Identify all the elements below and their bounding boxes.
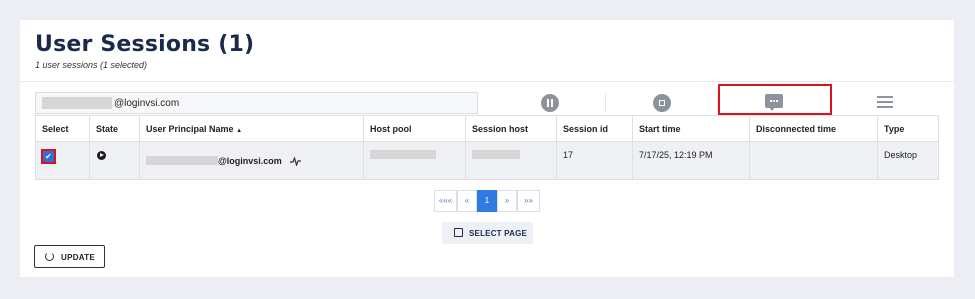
search-input-value: @loginvsi.com xyxy=(114,98,180,109)
page-title: User Sessions (1) xyxy=(35,32,255,57)
select-page-button[interactable]: SELECT PAGE xyxy=(442,222,533,244)
column-header-upn-label: User Principal Name xyxy=(146,123,234,134)
page-prev-button[interactable]: « xyxy=(457,190,477,212)
upn-cell: @loginvsi.com xyxy=(139,141,364,180)
checkbox-icon xyxy=(454,228,463,237)
message-icon-tail xyxy=(769,107,775,111)
column-header-start-time[interactable]: Start time xyxy=(632,115,750,142)
refresh-icon xyxy=(45,252,54,261)
state-cell xyxy=(89,141,140,180)
column-header-state[interactable]: State xyxy=(89,115,140,142)
state-active-icon xyxy=(97,151,106,160)
redacted-text xyxy=(472,150,520,159)
column-header-host-pool[interactable]: Host pool xyxy=(363,115,466,142)
page-first-button[interactable]: ««« xyxy=(434,190,457,212)
menu-button[interactable] xyxy=(872,92,898,114)
redacted-text xyxy=(42,97,112,109)
row-select-checkbox[interactable]: ✔ xyxy=(41,149,56,164)
column-header-select[interactable]: Select xyxy=(35,115,90,142)
upn-value: @loginvsi.com xyxy=(218,156,282,166)
pause-button[interactable] xyxy=(533,92,567,114)
redacted-text xyxy=(146,156,218,165)
page-last-button[interactable]: »» xyxy=(517,190,540,212)
message-icon xyxy=(765,94,783,108)
select-page-label: SELECT PAGE xyxy=(469,229,528,238)
toolbar-divider xyxy=(605,94,606,112)
redacted-text xyxy=(370,150,436,159)
column-header-session-id[interactable]: Session id xyxy=(556,115,633,142)
page-next-button[interactable]: » xyxy=(497,190,517,212)
search-input[interactable]: @loginvsi.com xyxy=(35,92,478,114)
stop-button[interactable] xyxy=(645,92,679,114)
header-divider xyxy=(20,81,954,82)
column-header-disconnected-time[interactable]: Disconnected time xyxy=(749,115,878,142)
column-header-type[interactable]: Type xyxy=(877,115,939,142)
table-row[interactable]: ✔ @loginvsi.com 17 7/17/25, 12:19 PM Des… xyxy=(35,141,939,180)
update-button[interactable]: UPDATE xyxy=(34,245,105,268)
pause-icon xyxy=(541,94,559,112)
select-cell: ✔ xyxy=(35,141,90,180)
stop-icon xyxy=(653,94,671,112)
session-host-cell xyxy=(465,141,557,180)
update-label: UPDATE xyxy=(61,253,96,262)
start-time-cell: 7/17/25, 12:19 PM xyxy=(632,141,750,180)
page-current-button[interactable]: 1 xyxy=(477,190,497,212)
column-header-session-host[interactable]: Session host xyxy=(465,115,557,142)
host-pool-cell xyxy=(363,141,466,180)
sort-asc-icon: ▲ xyxy=(236,127,243,134)
type-cell: Desktop xyxy=(877,141,939,180)
sessions-table: Select State User Principal Name ▲ Host … xyxy=(35,115,939,180)
disconnected-time-cell xyxy=(749,141,878,180)
activity-icon[interactable] xyxy=(290,157,302,166)
session-id-cell: 17 xyxy=(556,141,633,180)
sessions-card: User Sessions (1) 1 user sessions (1 sel… xyxy=(20,20,954,277)
column-header-upn[interactable]: User Principal Name ▲ xyxy=(139,115,364,142)
page-subtitle: 1 user sessions (1 selected) xyxy=(35,60,148,70)
